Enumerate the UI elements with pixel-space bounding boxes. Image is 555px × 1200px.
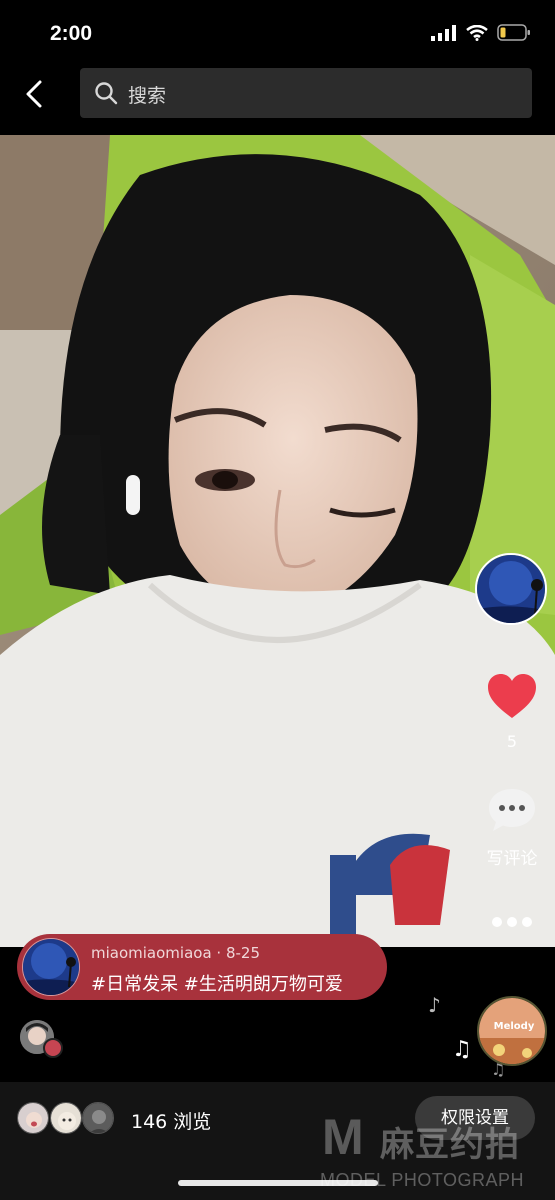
signal-icon xyxy=(431,24,456,41)
caption-meta: miaomiaomiaoa · 8-25 xyxy=(91,944,260,962)
watermark-subtitle: MODEL PHOTOGRAPH xyxy=(320,1170,525,1190)
music-disc[interactable]: Melody xyxy=(477,996,547,1066)
status-time: 2:00 xyxy=(50,22,93,45)
face-image xyxy=(83,1103,113,1133)
caption-hashtags[interactable]: #日常发呆 #生活明朗万物可爱 xyxy=(91,970,343,996)
search-input[interactable]: 搜索 xyxy=(80,68,532,118)
watermark-brand: 麻豆约拍 xyxy=(380,1125,520,1165)
author-name[interactable]: miaomiaomiaoa xyxy=(91,944,212,962)
music-title: Melody xyxy=(493,1021,535,1032)
caption-avatar[interactable] xyxy=(22,938,80,996)
search-bar: 搜索 xyxy=(0,66,555,122)
author-avatar[interactable] xyxy=(475,553,547,625)
comment-label[interactable]: 写评论 xyxy=(476,844,548,869)
selfie-photo xyxy=(0,135,555,947)
heart-icon[interactable] xyxy=(486,672,538,720)
search-icon xyxy=(95,82,118,105)
status-bar: 2:00 xyxy=(0,0,555,70)
night-sky-image xyxy=(23,939,79,995)
view-count: 146 浏览 xyxy=(131,1111,212,1133)
comment-icon[interactable] xyxy=(487,787,537,833)
album-cover-image xyxy=(479,998,545,1064)
post-date: 8-25 xyxy=(225,944,261,962)
wifi-icon xyxy=(466,24,488,41)
battery-icon xyxy=(497,24,530,41)
caption-pill[interactable]: miaomiaomiaoa · 8-25 #日常发呆 #生活明朗万物可爱 xyxy=(17,934,387,1000)
back-icon[interactable] xyxy=(20,78,50,110)
viewer-avatar[interactable] xyxy=(82,1102,114,1134)
status-icons xyxy=(431,24,531,41)
meta-separator: · xyxy=(216,944,226,962)
reaction-badge xyxy=(43,1038,63,1058)
like-count: 5 xyxy=(506,732,518,751)
viewer-avatar[interactable] xyxy=(50,1102,82,1134)
post-photo[interactable] xyxy=(0,135,555,947)
search-placeholder: 搜索 xyxy=(128,85,167,107)
music-note-icon: ♪ xyxy=(428,993,441,1017)
face-image xyxy=(51,1103,81,1133)
music-note-icon: ♫ xyxy=(452,1037,472,1062)
face-image xyxy=(18,1103,48,1133)
more-icon[interactable] xyxy=(488,910,536,934)
viewer-avatar[interactable] xyxy=(17,1102,49,1134)
watermark-logo: M xyxy=(322,1109,364,1165)
